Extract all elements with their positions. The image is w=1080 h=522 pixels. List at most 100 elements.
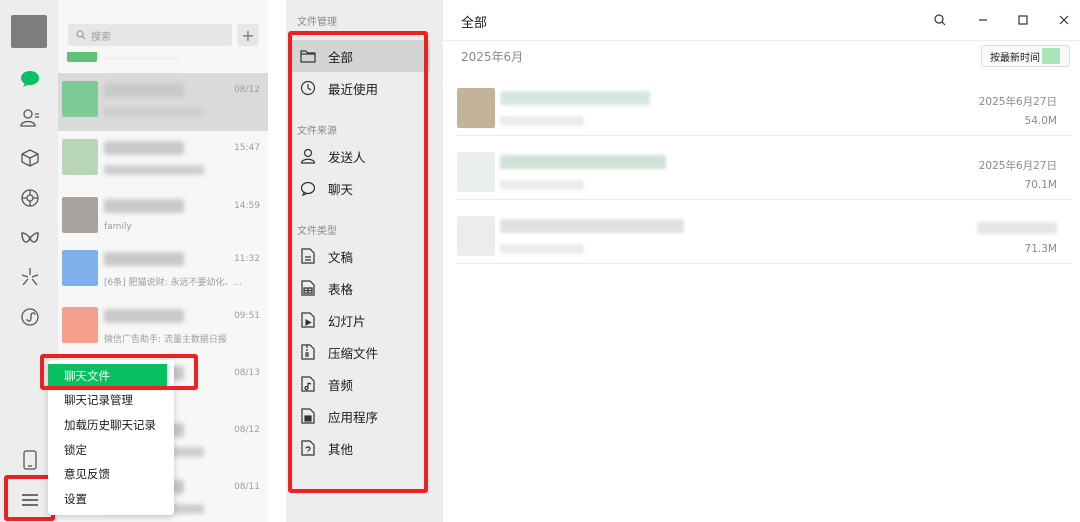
file-thumbnail bbox=[457, 216, 495, 256]
file-filter-label: 发送人 bbox=[328, 149, 366, 165]
user-avatar[interactable] bbox=[11, 15, 47, 48]
chat-time: 14:59 bbox=[234, 201, 260, 211]
file-source-redacted bbox=[500, 180, 584, 190]
maximize-icon[interactable] bbox=[1013, 10, 1033, 30]
file-filter-label: 应用程序 bbox=[328, 409, 379, 425]
file-filter-spreadsheets[interactable]: 表格 bbox=[292, 272, 430, 304]
spreadsheet-icon bbox=[298, 278, 318, 298]
file-date: 2025年6月27日 bbox=[978, 160, 1057, 172]
file-row[interactable]: 71.3M bbox=[457, 200, 1071, 264]
settings-menu: 聊天文件 聊天记录管理 加载历史聊天记录 锁定 意见反馈 设置 bbox=[48, 360, 174, 515]
chat-bubble-icon bbox=[298, 178, 318, 198]
file-date: 2025年6月27日 bbox=[978, 96, 1057, 108]
chat-preview: 微信广告助手: 流量主数据日报 bbox=[104, 335, 227, 345]
chat-icon[interactable] bbox=[19, 68, 41, 90]
menu-item-chat-files[interactable]: 聊天文件 bbox=[48, 364, 167, 389]
chat-preview-redacted bbox=[104, 107, 204, 117]
file-filter-label: 最近使用 bbox=[328, 81, 379, 97]
chat-name-redacted bbox=[104, 141, 184, 155]
person-icon bbox=[298, 146, 318, 166]
sort-button[interactable]: 按最新时间 bbox=[981, 45, 1070, 67]
file-filter-label: 幻灯片 bbox=[328, 313, 366, 329]
file-manager-sidebar: 文件管理 全部 最近使用 文件来源 发送人 聊天 文件类型 文稿 表格 幻灯片 … bbox=[286, 0, 443, 522]
avatar bbox=[62, 307, 98, 343]
search-discover-icon[interactable] bbox=[19, 266, 41, 288]
file-filter-other[interactable]: 其他 bbox=[292, 432, 430, 464]
file-row[interactable]: 2025年6月27日 70.1M bbox=[457, 136, 1071, 200]
file-filter-label: 压缩文件 bbox=[328, 345, 379, 361]
slides-icon bbox=[298, 310, 318, 330]
file-filter-all[interactable]: 全部 bbox=[292, 40, 430, 72]
other-file-icon bbox=[298, 438, 318, 458]
section-file-type: 文件类型 bbox=[297, 226, 337, 237]
chat-list-item[interactable]: 15:47 bbox=[58, 131, 268, 189]
add-button[interactable]: + bbox=[237, 24, 259, 46]
file-filter-label: 全部 bbox=[328, 49, 354, 65]
file-size: 71.3M bbox=[1024, 243, 1057, 255]
file-name-redacted bbox=[500, 155, 666, 169]
avatar bbox=[67, 52, 97, 62]
folder-icon bbox=[298, 46, 318, 66]
zip-icon bbox=[298, 342, 318, 362]
contacts-icon[interactable] bbox=[19, 107, 41, 129]
app-icon bbox=[298, 406, 318, 426]
file-name-redacted bbox=[500, 91, 650, 105]
chat-preview: family bbox=[104, 222, 132, 232]
moments-icon[interactable] bbox=[19, 187, 41, 209]
menu-icon[interactable] bbox=[19, 489, 41, 511]
file-row[interactable]: 2025年6月27日 54.0M bbox=[457, 72, 1071, 136]
file-filter-applications[interactable]: 应用程序 bbox=[292, 400, 430, 432]
channels-icon[interactable] bbox=[19, 227, 41, 249]
file-size: 70.1M bbox=[1024, 179, 1057, 191]
file-filter-label: 聊天 bbox=[328, 181, 354, 197]
favorites-icon[interactable] bbox=[19, 147, 41, 169]
chat-time: 15:47 bbox=[234, 143, 260, 153]
menu-item-settings[interactable]: 设置 bbox=[48, 487, 174, 512]
avatar bbox=[62, 250, 98, 286]
chat-name-redacted bbox=[104, 309, 184, 323]
file-filter-chat[interactable]: 聊天 bbox=[292, 172, 430, 204]
file-filter-archives[interactable]: 压缩文件 bbox=[292, 336, 430, 368]
menu-item-load-history[interactable]: 加载历史聊天记录 bbox=[48, 413, 174, 438]
search-input[interactable]: 搜索 bbox=[68, 24, 232, 46]
chat-list-item[interactable]: 11:32 [6条] 肥猫说财: 永远不要幼化、... bbox=[58, 242, 268, 300]
file-date-redacted bbox=[977, 222, 1057, 234]
file-filter-sender[interactable]: 发送人 bbox=[292, 140, 430, 172]
search-icon bbox=[76, 30, 86, 40]
chat-time: 08/12 bbox=[234, 425, 260, 435]
chat-name-redacted bbox=[104, 252, 184, 266]
menu-item-chat-history-management[interactable]: 聊天记录管理 bbox=[48, 388, 174, 413]
file-filter-label: 音频 bbox=[328, 377, 354, 393]
chat-list-item[interactable]: 09:51 微信广告助手: 流量主数据日报 bbox=[58, 299, 268, 357]
file-filter-slides[interactable]: 幻灯片 bbox=[292, 304, 430, 336]
chat-time: 08/11 bbox=[234, 482, 260, 492]
chat-name-redacted bbox=[104, 199, 184, 213]
search-icon[interactable] bbox=[930, 10, 950, 30]
sort-button-label: 按最新时间 bbox=[990, 52, 1040, 64]
chat-list-top-item[interactable]: ........................... bbox=[58, 52, 268, 72]
minimize-icon[interactable] bbox=[973, 10, 993, 30]
phone-icon[interactable] bbox=[19, 449, 41, 471]
file-thumbnail bbox=[457, 88, 495, 128]
menu-item-lock[interactable]: 锁定 bbox=[48, 438, 174, 463]
search-placeholder: 搜索 bbox=[91, 31, 111, 43]
menu-item-feedback[interactable]: 意见反馈 bbox=[48, 462, 174, 487]
chat-time: 09:51 bbox=[234, 311, 260, 321]
file-filter-audio[interactable]: 音频 bbox=[292, 368, 430, 400]
section-file-source: 文件来源 bbox=[297, 126, 337, 137]
close-icon[interactable] bbox=[1054, 10, 1074, 30]
file-filter-recent[interactable]: 最近使用 bbox=[292, 72, 430, 104]
file-name-redacted bbox=[500, 219, 684, 233]
file-source-redacted bbox=[500, 244, 584, 254]
chat-time: 08/13 bbox=[234, 368, 260, 378]
chat-list-item[interactable]: 14:59 family bbox=[58, 189, 268, 247]
chat-preview: [6条] 肥猫说财: 永远不要幼化、... bbox=[104, 278, 243, 288]
avatar bbox=[62, 139, 98, 175]
month-header: 2025年6月 bbox=[461, 50, 524, 64]
document-icon bbox=[298, 246, 318, 266]
clock-icon bbox=[298, 78, 318, 98]
file-filter-documents[interactable]: 文稿 bbox=[292, 240, 430, 272]
mini-programs-icon[interactable] bbox=[19, 306, 41, 328]
chat-list-item[interactable]: 08/12 bbox=[58, 73, 268, 131]
file-filter-label: 表格 bbox=[328, 281, 354, 297]
